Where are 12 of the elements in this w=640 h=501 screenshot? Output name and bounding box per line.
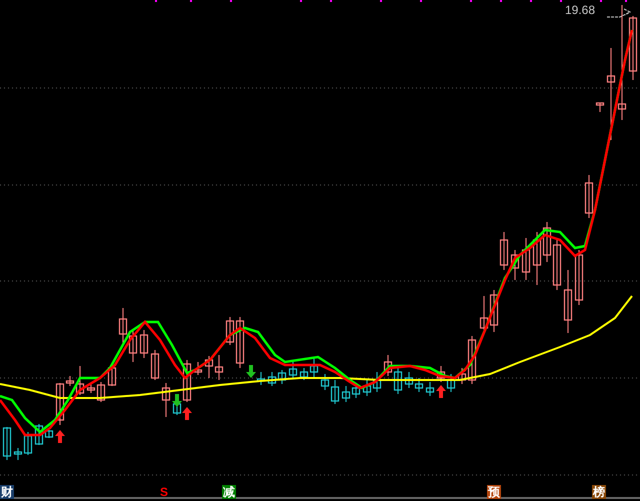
signal-marker: 减 (222, 485, 236, 499)
signal-marker: 榜 (592, 485, 606, 499)
signal-marker: 财 (0, 485, 14, 499)
signal-marker: 预 (487, 485, 501, 499)
down-arrow-icon (172, 394, 182, 407)
price-label: 19.68 (565, 4, 596, 16)
up-arrow-icon (182, 407, 192, 420)
up-arrow-icon (55, 430, 65, 443)
down-arrow-icon (246, 365, 256, 378)
signal-marker: S (159, 485, 170, 499)
up-arrow-icon (436, 385, 446, 398)
pointer-arrow-icon (606, 8, 632, 18)
